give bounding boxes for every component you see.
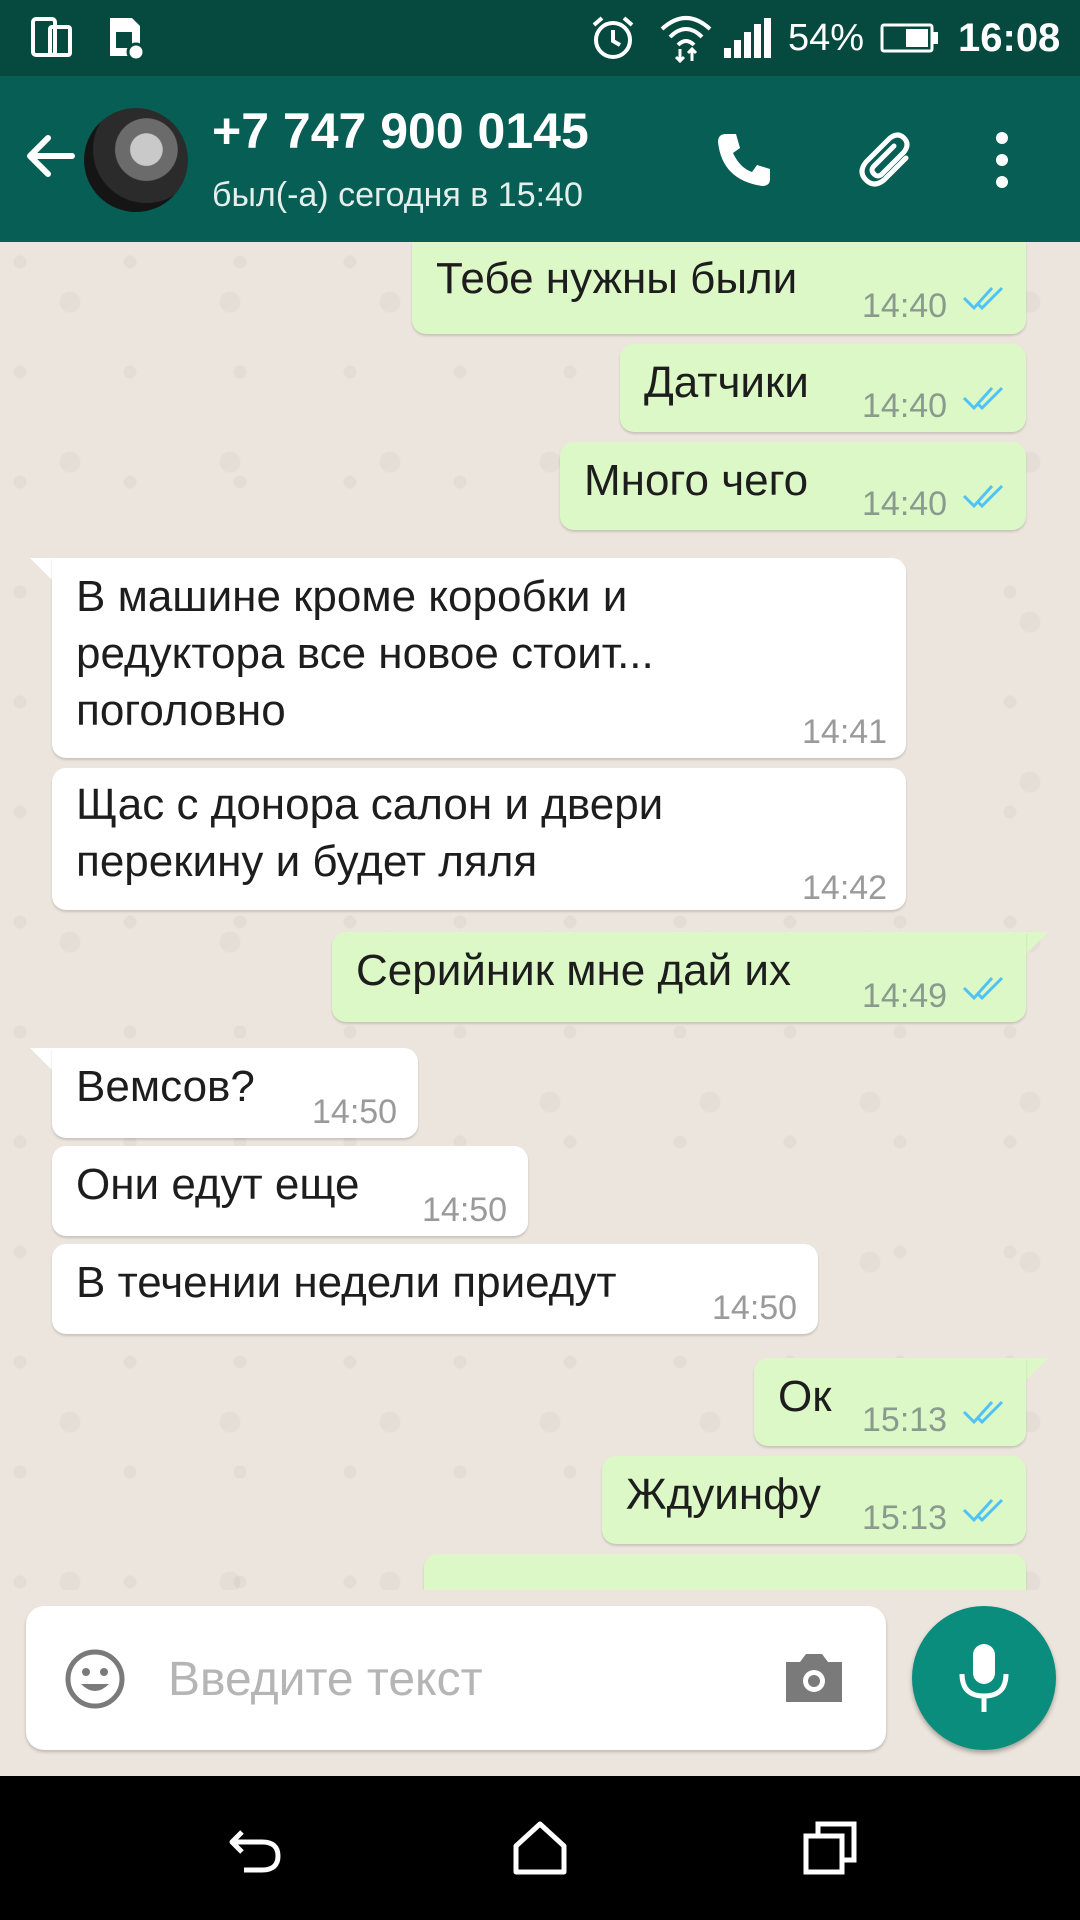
voice-record-button[interactable] bbox=[912, 1606, 1056, 1750]
more-options-icon[interactable] bbox=[982, 128, 1022, 192]
message-time: 14:40 bbox=[862, 287, 948, 325]
incoming-message[interactable]: В течении недели приедут 14:50 bbox=[52, 1244, 818, 1334]
incoming-message[interactable]: Вемсов? 14:50 bbox=[52, 1048, 418, 1138]
outgoing-message[interactable]: Тебе нужны были 14:40 bbox=[412, 242, 1026, 334]
outgoing-message[interactable]: Ок 15:13 bbox=[754, 1358, 1026, 1446]
camera-icon[interactable] bbox=[782, 1650, 846, 1706]
microphone-icon bbox=[959, 1644, 1009, 1712]
message-text: Много чего bbox=[584, 456, 809, 505]
message-text: Они едут еще bbox=[76, 1160, 360, 1209]
paperclip-icon[interactable] bbox=[856, 128, 920, 192]
nav-recents-icon[interactable] bbox=[800, 1818, 860, 1878]
message-time: 14:50 bbox=[312, 1093, 398, 1131]
message-text: Ждуинфу bbox=[626, 1470, 821, 1519]
message-time: 14:42 bbox=[802, 869, 888, 907]
clock: 16:08 bbox=[958, 15, 1061, 60]
signal-icon bbox=[722, 0, 772, 76]
message-text: Ебать… товарисч bbox=[448, 1582, 809, 1590]
sim-settings-icon bbox=[106, 0, 146, 76]
outgoing-message[interactable]: Серийник мне дай их 14:49 bbox=[332, 932, 1026, 1022]
read-ticks-icon bbox=[962, 1400, 1004, 1425]
bubble-tail bbox=[30, 558, 52, 580]
bubble-tail bbox=[30, 1048, 52, 1070]
message-text: Тебе нужны были bbox=[436, 254, 798, 303]
contact-last-seen: был(-а) сегодня в 15:40 bbox=[212, 176, 583, 214]
screen-mirror-icon bbox=[30, 0, 74, 76]
outgoing-message[interactable]: Много чего 14:40 bbox=[560, 442, 1026, 530]
contact-avatar[interactable] bbox=[84, 108, 188, 212]
message-time: 14:49 bbox=[862, 977, 948, 1015]
read-ticks-icon bbox=[962, 976, 1004, 1001]
system-nav-bar bbox=[0, 1776, 1080, 1920]
message-text: В машине кроме коробки и редуктора все н… bbox=[76, 572, 654, 735]
message-time: 14:40 bbox=[862, 387, 948, 425]
message-time: 14:50 bbox=[712, 1289, 798, 1327]
bubble-tail bbox=[1026, 1358, 1048, 1380]
back-arrow-icon[interactable] bbox=[20, 126, 80, 186]
message-input[interactable] bbox=[166, 1642, 790, 1716]
outgoing-message[interactable]: Ждуинфу 15:13 bbox=[602, 1456, 1026, 1544]
message-time: 15:13 bbox=[862, 1401, 948, 1439]
incoming-message[interactable]: В машине кроме коробки и редуктора все н… bbox=[52, 558, 906, 758]
message-text: Вемсов? bbox=[76, 1062, 255, 1111]
message-text: Ок bbox=[778, 1372, 832, 1421]
contact-name[interactable]: +7 747 900 0145 bbox=[212, 102, 589, 160]
battery-percent: 54% bbox=[788, 16, 865, 59]
incoming-message[interactable]: Щас с донора салон и двери перекину и бу… bbox=[52, 768, 906, 910]
alarm-icon bbox=[588, 0, 638, 76]
message-text: Серийник мне дай их bbox=[356, 946, 791, 995]
read-ticks-icon bbox=[962, 484, 1004, 509]
bubble-tail bbox=[1026, 932, 1048, 954]
read-ticks-icon bbox=[962, 386, 1004, 411]
chat-header: +7 747 900 0145 был(-а) сегодня в 15:40 bbox=[0, 76, 1080, 242]
message-list[interactable]: Тебе нужны были 14:40 Датчики 14:40 Мног… bbox=[0, 242, 1080, 1590]
outgoing-message[interactable]: Датчики 14:40 bbox=[620, 344, 1026, 432]
message-text: Щас с донора салон и двери перекину и бу… bbox=[76, 780, 664, 886]
wifi-icon bbox=[658, 0, 714, 76]
phone-icon[interactable] bbox=[712, 128, 776, 192]
nav-home-icon[interactable] bbox=[510, 1818, 570, 1878]
message-text: В течении недели приедут bbox=[76, 1258, 617, 1307]
status-bar: 54% 16:08 bbox=[0, 0, 1080, 76]
incoming-message[interactable]: Они едут еще 14:50 bbox=[52, 1146, 528, 1236]
emoji-icon[interactable] bbox=[64, 1648, 126, 1710]
nav-back-icon[interactable] bbox=[224, 1818, 284, 1878]
message-time: 14:40 bbox=[862, 485, 948, 523]
message-time: 14:50 bbox=[422, 1191, 508, 1229]
read-ticks-icon bbox=[962, 1498, 1004, 1523]
read-ticks-icon bbox=[962, 286, 1004, 311]
message-text: Датчики bbox=[644, 358, 809, 407]
message-time: 14:41 bbox=[802, 713, 888, 751]
message-time: 15:13 bbox=[862, 1499, 948, 1537]
battery-icon bbox=[880, 0, 940, 76]
outgoing-message[interactable]: Ебать… товарисч bbox=[424, 1554, 1026, 1590]
message-composer bbox=[26, 1606, 886, 1750]
